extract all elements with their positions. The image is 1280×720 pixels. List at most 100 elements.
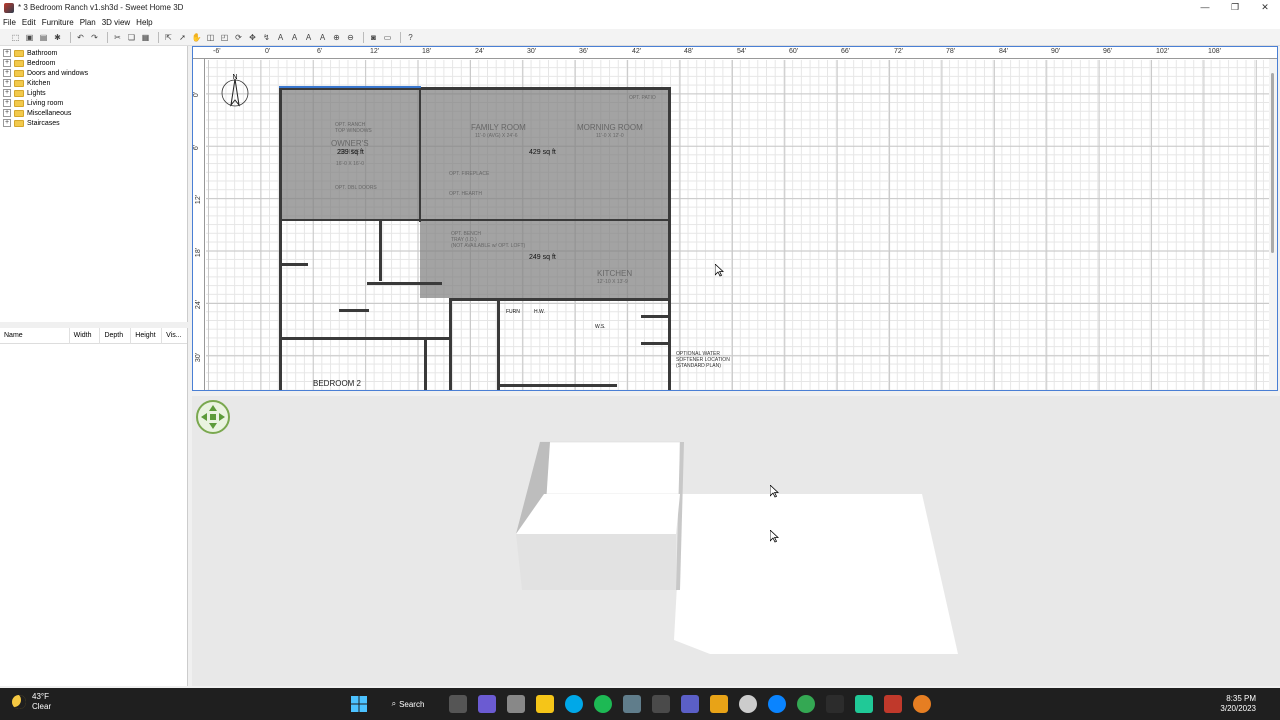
wall[interactable] [641, 315, 669, 318]
3d-model-render[interactable] [192, 396, 1280, 686]
file-explorer-icon[interactable] [535, 695, 554, 713]
app-icon[interactable] [854, 695, 873, 713]
expand-icon[interactable]: + [3, 99, 11, 107]
wall[interactable] [424, 338, 427, 390]
column-width[interactable]: Width [70, 327, 101, 344]
wall[interactable] [641, 342, 669, 345]
undo-icon[interactable]: ↶ [75, 32, 86, 43]
catalog-category-kitchen[interactable]: + Kitchen [0, 78, 187, 88]
redo-icon[interactable]: ↷ [89, 32, 100, 43]
text-bold-icon[interactable]: A [303, 32, 314, 43]
column-name[interactable]: Name [0, 327, 70, 344]
create-video-icon[interactable]: ▭ [382, 32, 393, 43]
floor-plan-image[interactable]: OWNER'S SUITE 16'-0 X 16'-0 OPT. RANCH T… [279, 86, 730, 390]
pan-mode-icon[interactable]: ✋ [191, 32, 202, 43]
create-rooms-icon[interactable]: ◰ [219, 32, 230, 43]
windows-start-icon[interactable] [350, 695, 368, 713]
calculator-icon[interactable] [651, 695, 670, 713]
new-home-icon[interactable]: ⬚ [10, 32, 21, 43]
catalog-category-doors-windows[interactable]: + Doors and windows [0, 68, 187, 78]
create-polylines-icon[interactable]: ⟳ [233, 32, 244, 43]
menu-help[interactable]: Help [136, 18, 152, 27]
close-button[interactable]: ✕ [1250, 0, 1280, 15]
sweet-home-3d-icon[interactable] [883, 695, 902, 713]
create-labels-icon[interactable]: ↯ [261, 32, 272, 43]
wall[interactable] [497, 298, 500, 390]
wall[interactable] [379, 221, 382, 281]
app-icon[interactable] [506, 695, 525, 713]
wall[interactable] [367, 282, 442, 285]
expand-icon[interactable]: + [3, 59, 11, 67]
paste-icon[interactable]: ▦ [140, 32, 151, 43]
add-furniture-icon[interactable]: ⇱ [163, 32, 174, 43]
create-walls-icon[interactable]: ◫ [205, 32, 216, 43]
create-dimensions-icon[interactable]: ✥ [247, 32, 258, 43]
system-clock[interactable]: 8:35 PM 3/20/2023 [1220, 694, 1256, 714]
column-depth[interactable]: Depth [100, 327, 132, 344]
app-icon[interactable] [825, 695, 844, 713]
maximize-button[interactable]: ❐ [1220, 0, 1250, 15]
app-icon[interactable] [680, 695, 699, 713]
expand-icon[interactable]: + [3, 69, 11, 77]
plan-vertical-scrollbar[interactable] [1269, 59, 1277, 390]
catalog-category-living-room[interactable]: + Living room [0, 98, 187, 108]
wall[interactable] [282, 263, 308, 266]
expand-icon[interactable]: + [3, 119, 11, 127]
wall[interactable] [449, 298, 669, 301]
wall[interactable] [668, 87, 671, 390]
menu-file[interactable]: File [3, 18, 16, 27]
open-icon[interactable]: ▣ [24, 32, 35, 43]
chat-icon[interactable] [477, 695, 496, 713]
expand-icon[interactable]: + [3, 79, 11, 87]
plan-view[interactable]: N OWNER'S SUITE 16'-0 X 16'-0 OPT. RANCH… [192, 46, 1278, 391]
zoom-out-icon[interactable]: ⊖ [345, 32, 356, 43]
select-mode-icon[interactable]: ➚ [177, 32, 188, 43]
store-icon[interactable] [709, 695, 728, 713]
3d-view[interactable] [192, 396, 1280, 686]
spotify-icon[interactable] [593, 695, 612, 713]
chrome-icon[interactable] [796, 695, 815, 713]
catalog-category-miscellaneous[interactable]: + Miscellaneous [0, 108, 187, 118]
zoom-in-icon[interactable]: ⊕ [331, 32, 342, 43]
kitchen-area-label[interactable]: 249 sq ft [529, 254, 556, 261]
help-icon[interactable]: ? [405, 32, 416, 43]
catalog-category-staircases[interactable]: + Staircases [0, 118, 187, 128]
wall[interactable] [279, 219, 671, 221]
text-smaller-icon[interactable]: A [289, 32, 300, 43]
chrome-icon[interactable] [912, 695, 931, 713]
column-height[interactable]: Height [131, 327, 163, 344]
family-area-label[interactable]: 429 sq ft [529, 149, 556, 156]
compass-icon[interactable]: N [220, 73, 250, 109]
text-bigger-icon[interactable]: A [275, 32, 286, 43]
wall[interactable] [279, 87, 282, 390]
wall[interactable] [419, 87, 421, 222]
copy-icon[interactable]: ❏ [126, 32, 137, 43]
expand-icon[interactable]: + [3, 89, 11, 97]
scrollbar-thumb[interactable] [1271, 73, 1274, 253]
minimize-button[interactable]: — [1190, 0, 1220, 15]
save-icon[interactable]: ▤ [38, 32, 49, 43]
catalog-category-lights[interactable]: + Lights [0, 88, 187, 98]
menu-furniture[interactable]: Furniture [42, 18, 74, 27]
preferences-icon[interactable]: ✱ [52, 32, 63, 43]
app-icon[interactable] [738, 695, 757, 713]
settings-icon[interactable] [622, 695, 641, 713]
alexa-icon[interactable] [564, 695, 583, 713]
task-view-icon[interactable] [448, 695, 467, 713]
owners-area-label[interactable]: 239 sq ft [337, 149, 364, 156]
column-visible[interactable]: Vis... [162, 328, 187, 344]
menu-edit[interactable]: Edit [22, 18, 36, 27]
taskbar-search-button[interactable]: ⌕ Search [379, 694, 437, 714]
weather-widget[interactable]: 43°F Clear [12, 692, 51, 712]
text-italic-icon[interactable]: A [317, 32, 328, 43]
expand-icon[interactable]: + [3, 109, 11, 117]
wall[interactable] [497, 384, 617, 387]
create-photo-icon[interactable]: ◙ [368, 32, 379, 43]
catalog-category-bathroom[interactable]: + Bathroom [0, 48, 187, 58]
menu-plan[interactable]: Plan [80, 18, 96, 27]
edge-icon[interactable] [767, 695, 786, 713]
wall[interactable] [449, 298, 452, 390]
wall[interactable] [339, 309, 369, 312]
catalog-category-bedroom[interactable]: + Bedroom [0, 58, 187, 68]
expand-icon[interactable]: + [3, 49, 11, 57]
